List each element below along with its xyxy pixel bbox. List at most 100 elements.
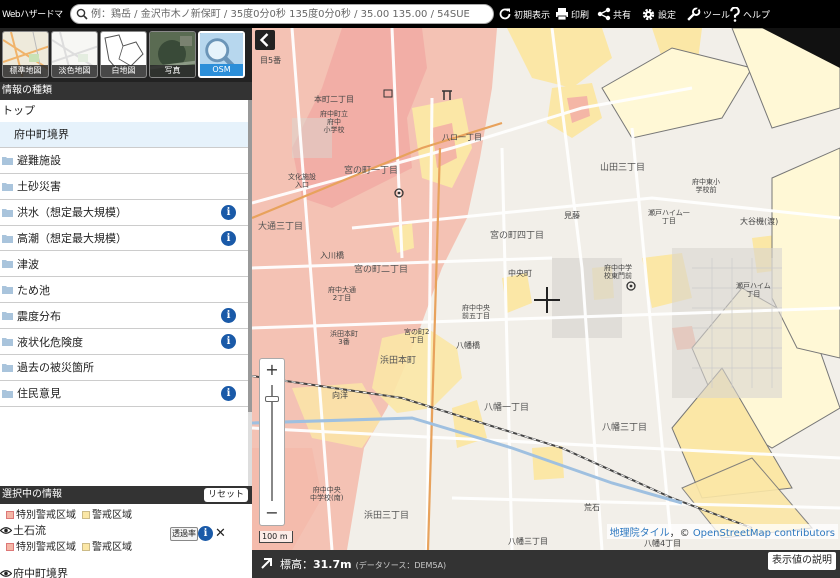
top-breadcrumb[interactable]: トップ (0, 100, 252, 122)
folder-icon (2, 286, 13, 295)
basemap-photo-label: 写真 (150, 65, 195, 77)
map-label: 浜田三丁目 (364, 511, 410, 521)
scale-bar: 100 m (259, 531, 293, 543)
layer-item-flood[interactable]: 洪水（想定最大規模） i (0, 200, 248, 226)
selected-item-title-row: 府中町境界 (0, 565, 252, 578)
info-icon[interactable]: i (198, 526, 213, 541)
basemap-standard-label: 標準地図 (3, 65, 48, 77)
legend-explanation-button[interactable]: 表示値の説明 (768, 552, 836, 570)
gsi-attribution-link[interactable]: 地理院タイル (610, 528, 670, 539)
map-label: 荒石 (584, 503, 600, 512)
zoom-slider-handle[interactable] (265, 395, 279, 402)
elevation-readout: 標高：31.7m (データソース：DEM5A) (280, 556, 446, 572)
zoom-out-button[interactable]: − (260, 503, 284, 525)
selected-item-debris-flow: 土石流 特別警戒区域 警戒区域 透過率 i ✕ (0, 522, 252, 553)
layer-item-past-disasters[interactable]: 過去の被災箇所 (0, 355, 248, 381)
map-label: 宮の町2 丁目 (404, 328, 430, 344)
info-icon[interactable]: i (221, 204, 236, 220)
debris-flow-title: 土石流 (13, 524, 46, 537)
map-label: 八幡三丁目 (508, 537, 548, 546)
map-label: 八幡一丁目 (484, 403, 530, 413)
chevron-left-icon (259, 33, 269, 47)
arrow-icon[interactable] (260, 556, 274, 570)
info-icon[interactable]: i (221, 385, 236, 401)
close-icon[interactable]: ✕ (215, 526, 226, 541)
elevation-source: (データソース：DEM5A) (355, 561, 447, 570)
print-button[interactable]: 印刷 (555, 5, 589, 23)
gear-icon (642, 8, 655, 20)
search-input[interactable] (91, 6, 489, 22)
basemap-pale[interactable]: 淡色地図 (51, 31, 98, 78)
map-label: 八幡4丁目 (644, 539, 682, 548)
zoom-in-button[interactable]: + (260, 359, 284, 381)
layer-item-resident-opinions[interactable]: 住民意見 i (0, 381, 248, 407)
layer-item-label: 土砂災害 (17, 180, 61, 194)
map-label: 宮の町一丁目 (344, 166, 399, 176)
basemap-standard[interactable]: 標準地図 (2, 31, 49, 78)
legend-row: 特別警戒区域 警戒区域 (0, 506, 252, 521)
layer-item-storm-surge[interactable]: 高潮（想定最大規模） i (0, 226, 248, 252)
layer-item-seismic[interactable]: 震度分布 i (0, 303, 248, 330)
app: Webハザードマップ 初期表示 印刷 共有 設定 ツール ヘルプ (0, 0, 840, 578)
layer-item-tsunami[interactable]: 津波 (0, 251, 248, 278)
layer-item-label: 過去の被災箇所 (17, 361, 94, 375)
search-box[interactable] (70, 4, 494, 24)
map-label: 瀬戸ハイム一 丁目 (648, 209, 690, 225)
map-label: 府中町立 府中 小学校 (320, 110, 348, 134)
eye-icon[interactable] (0, 569, 12, 578)
layer-item-label: 住民意見 (17, 387, 61, 401)
basemap-osm-label: OSM (200, 64, 243, 76)
layer-item-reservoir[interactable]: ため池 (0, 277, 248, 304)
layer-item-fuchu-boundary[interactable]: 府中町境界 (0, 122, 248, 148)
app-logo[interactable]: Webハザードマップ (2, 4, 68, 42)
init-view-button[interactable]: 初期表示 (498, 5, 550, 23)
basemap-blank-label: 白地図 (101, 65, 146, 77)
folder-icon (2, 260, 13, 269)
map-label: 八幡三丁目 (602, 423, 648, 433)
basemap-osm[interactable]: OSM (198, 31, 245, 78)
elevation-label: 標高： (280, 558, 313, 571)
settings-label: 設定 (658, 10, 677, 21)
print-label: 印刷 (571, 10, 590, 21)
wrench-icon (687, 6, 701, 21)
selected-info-title: 選択中の情報 (2, 489, 62, 500)
legend-warning: 警戒区域 (92, 542, 132, 553)
info-icon[interactable]: i (221, 308, 236, 324)
opacity-button[interactable]: 透過率 (170, 527, 198, 541)
map-label: 山田三丁目 (600, 163, 646, 173)
info-icon[interactable]: i (221, 334, 236, 350)
help-button[interactable]: ヘルプ (729, 5, 770, 23)
map-view[interactable]: 目5番 本町二丁目 府中町立 府中 小学校 文化施設 入口 宮の町一丁目 八ロ一… (252, 28, 840, 550)
map-label: 浜田本町 (380, 356, 417, 366)
map-label: 八幡橋 (456, 341, 480, 350)
map-label: 府中中央 中学校(南) (310, 486, 344, 502)
selected-info-list: 特別警戒区域 警戒区域 土石流 特別警戒区域 警戒区域 透過率 i ✕ 府中町境界 (0, 504, 252, 578)
basemap-photo[interactable]: 写真 (149, 31, 196, 78)
layer-item-label: 避難施設 (17, 154, 61, 168)
settings-button[interactable]: 設定 (641, 5, 676, 23)
init-view-label: 初期表示 (514, 10, 551, 21)
reset-button[interactable]: リセット (203, 488, 248, 502)
layer-item-shelters[interactable]: 避難施設 (0, 148, 248, 174)
map-label: 見藤 (564, 211, 580, 220)
printer-icon (556, 8, 568, 21)
refresh-icon (499, 8, 511, 20)
warning-swatch (82, 543, 90, 551)
tools-label: ツール (703, 10, 731, 21)
tools-button[interactable]: ツール (686, 5, 730, 23)
legend-warning: 警戒区域 (92, 510, 132, 521)
osm-attribution-link[interactable]: OpenStreetMap contributors (693, 528, 835, 539)
basemap-blank[interactable]: 白地図 (100, 31, 147, 78)
layer-item-liquefaction[interactable]: 液状化危険度 i (0, 329, 248, 356)
info-icon[interactable]: i (221, 230, 236, 246)
layer-item-label: 津波 (17, 257, 39, 271)
help-label: ヘルプ (743, 10, 771, 21)
eye-icon[interactable] (0, 526, 12, 535)
zoom-slider-track[interactable] (271, 385, 273, 501)
layer-item-landslide[interactable]: 土砂災害 (0, 174, 248, 200)
share-button[interactable]: 共有 (597, 5, 631, 23)
map-label: 目5番 (260, 56, 282, 65)
special-warning-swatch (6, 511, 14, 519)
collapse-panel-button[interactable] (255, 30, 275, 50)
map-label: 府中大通 2丁目 (328, 286, 356, 302)
